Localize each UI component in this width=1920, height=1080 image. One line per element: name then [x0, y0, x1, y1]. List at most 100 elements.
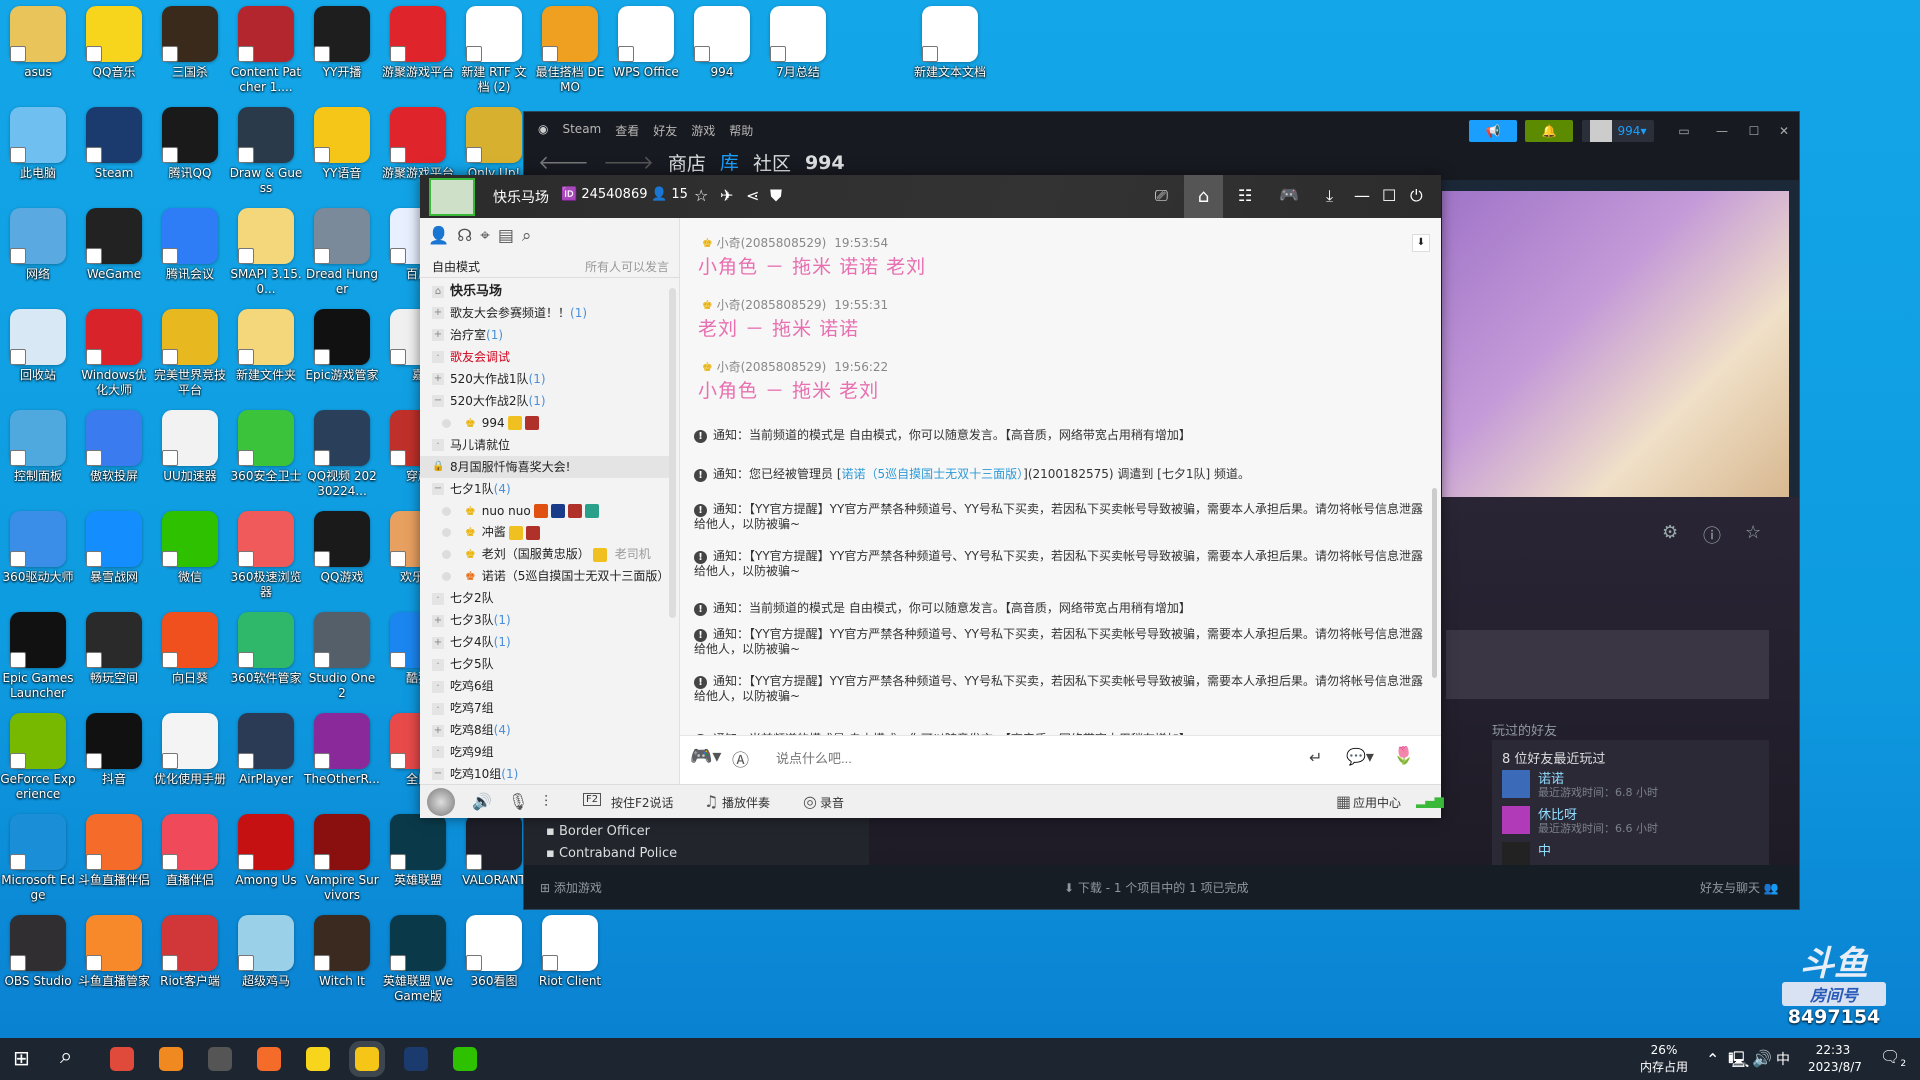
desktop-icon[interactable]: 英雄联盟: [380, 808, 456, 888]
share-icon[interactable]: ⋖: [746, 186, 759, 205]
desktop-icon[interactable]: 此电脑: [0, 101, 76, 181]
video-icon[interactable]: ⎚: [1155, 186, 1168, 206]
expand-toggle[interactable]: +: [432, 636, 444, 649]
game-item[interactable]: ▪ Border Officer: [546, 824, 650, 839]
nav-library[interactable]: 库: [719, 148, 739, 177]
desktop-icon[interactable]: Witch It: [304, 909, 380, 989]
desktop-icon[interactable]: 三国杀: [152, 0, 228, 80]
flower-icon[interactable]: 🌷: [1393, 746, 1414, 766]
ime-indicator[interactable]: 中: [1776, 1049, 1790, 1069]
expand-toggle[interactable]: +: [432, 373, 444, 386]
desktop-icon[interactable]: Riot Client: [532, 909, 608, 989]
channel-item[interactable]: · 马儿请就位: [420, 434, 670, 456]
desktop-icon[interactable]: 直播伴侣: [152, 808, 228, 888]
channel-avatar[interactable]: [429, 178, 475, 216]
chrome-taskbar-icon[interactable]: [110, 1047, 134, 1071]
channel-item[interactable]: ⌂ 快乐马场: [420, 280, 670, 302]
channel-user[interactable]: ♚ 994: [420, 412, 670, 434]
channel-item[interactable]: +520大作战1队(1): [420, 368, 670, 390]
desktop-icon[interactable]: 360驱动大师: [0, 505, 76, 585]
menu-games[interactable]: 游戏: [691, 122, 715, 139]
channel-user[interactable]: ♚ nuo nuo: [420, 500, 670, 522]
home-button[interactable]: ⌂: [1184, 175, 1223, 218]
location-icon[interactable]: ⌖: [480, 226, 490, 246]
desktop-icon[interactable]: 新建文件夹: [228, 303, 304, 383]
my-avatar[interactable]: [427, 788, 455, 816]
desktop-icon[interactable]: 网络: [0, 202, 76, 282]
expand-toggle[interactable]: −: [432, 395, 444, 408]
minimize-button[interactable]: —: [1712, 120, 1732, 142]
add-game-button[interactable]: ⊞ 添加游戏: [540, 879, 602, 896]
search-icon[interactable]: ⌕: [522, 226, 532, 246]
yy-taskbar-icon[interactable]: [349, 1041, 385, 1077]
expand-toggle[interactable]: +: [432, 329, 444, 342]
desktop-icon[interactable]: 超级鸡马: [228, 909, 304, 989]
mixer-icon[interactable]: ⫶: [544, 792, 548, 812]
desktop-icon[interactable]: 腾讯会议: [152, 202, 228, 282]
desktop-icon[interactable]: YY语音: [304, 101, 380, 181]
accompany-button[interactable]: 播放伴奏: [722, 794, 770, 811]
collapse-icon[interactable]: ⤓: [1326, 186, 1333, 206]
douyu-taskbar-icon[interactable]: [257, 1047, 281, 1071]
gamepad-icon[interactable]: 🎮: [1279, 185, 1299, 204]
desktop-icon[interactable]: Studio One 2: [304, 606, 380, 701]
chat-scrollbar[interactable]: [1432, 488, 1437, 678]
back-arrow-icon[interactable]: 🡐: [538, 151, 589, 174]
desktop-icon[interactable]: 最佳搭档 DEMO: [532, 0, 608, 95]
menu-steam[interactable]: Steam: [562, 122, 601, 139]
desktop-icon[interactable]: Dread Hunger: [304, 202, 380, 297]
user-icon[interactable]: 👤: [428, 226, 449, 246]
account-menu[interactable]: 994 ▾: [1582, 120, 1654, 142]
desktop-icon[interactable]: 英雄联盟 WeGame版: [380, 909, 456, 1004]
desktop-icon[interactable]: 畅玩空间: [76, 606, 152, 686]
notification-center-icon[interactable]: 🗨2: [1880, 1047, 1906, 1069]
draw-guess-taskbar-icon[interactable]: [208, 1047, 232, 1071]
windows-start-icon[interactable]: ⊞: [13, 1046, 30, 1070]
desktop-icon[interactable]: Epic Games Launcher: [0, 606, 76, 701]
gear-icon[interactable]: ⚙: [1662, 522, 1678, 543]
desktop-icon[interactable]: 微信: [152, 505, 228, 585]
expand-toggle[interactable]: ·: [432, 439, 444, 452]
desktop-icon[interactable]: WeGame: [76, 202, 152, 282]
font-icon[interactable]: Ⓐ: [732, 746, 749, 771]
expand-toggle[interactable]: ·: [432, 702, 444, 715]
favorite-star-icon[interactable]: ☆: [694, 186, 708, 205]
network-icon[interactable]: 🖳: [1728, 1049, 1749, 1076]
desktop-icon[interactable]: 游聚游戏平台: [380, 0, 456, 80]
channel-item[interactable]: + 歌友大会参赛频道！！(1): [420, 302, 670, 324]
desktop-icon[interactable]: 新建 RTF 文档 (2): [456, 0, 532, 95]
admin-link[interactable]: 诺诺（5巡自摸国士无双十三面版）: [842, 467, 1024, 481]
emoji-game-icon[interactable]: 🎮▾: [690, 746, 721, 767]
chat-icon[interactable]: ☊: [457, 226, 472, 246]
desktop-icon[interactable]: WPS Office: [608, 0, 684, 80]
enter-icon[interactable]: ↵: [1309, 748, 1322, 767]
expand-toggle[interactable]: −: [432, 768, 444, 781]
notifications-button[interactable]: 🔔: [1525, 120, 1573, 142]
message-sender[interactable]: 小奇(2085808529): [717, 298, 827, 312]
channel-item[interactable]: − 七夕1队(4): [420, 478, 670, 500]
expand-toggle[interactable]: ·: [432, 592, 444, 605]
speech-bubble-icon[interactable]: 💬▾: [1346, 747, 1374, 766]
power-icon[interactable]: ⏻: [1410, 186, 1423, 206]
expand-toggle[interactable]: ·: [432, 351, 444, 364]
friend-item[interactable]: 休比呀 最近游戏时间：6.6 小时: [1502, 806, 1762, 838]
minimize-button[interactable]: —: [1354, 186, 1370, 205]
nav-store[interactable]: 商店: [668, 149, 706, 176]
desktop-icon[interactable]: 腾讯QQ: [152, 101, 228, 181]
desktop-icon[interactable]: Vampire Survivors: [304, 808, 380, 903]
downloads-status[interactable]: ⬇ 下载 - 1 个项目中的 1 项已完成: [1064, 879, 1249, 896]
channel-item[interactable]: · 吃鸡6组: [420, 675, 670, 697]
board-icon[interactable]: ▤: [498, 226, 514, 246]
tree-scrollbar[interactable]: [669, 288, 676, 618]
app-center-button[interactable]: 应用中心: [1353, 794, 1401, 811]
expand-toggle[interactable]: ·: [432, 658, 444, 671]
desktop-icon[interactable]: Epic游戏管家: [304, 303, 380, 383]
desktop-icon[interactable]: TheOtherR...: [304, 707, 380, 787]
desktop-icon[interactable]: YY开播: [304, 0, 380, 80]
message-sender[interactable]: 小奇(2085808529): [717, 360, 827, 374]
game-item[interactable]: ▪ Contraband Police: [546, 846, 677, 861]
channel-item[interactable]: − 吃鸡10组(1): [420, 763, 670, 785]
expand-toggle[interactable]: +: [432, 307, 444, 320]
channel-item[interactable]: −520大作战2队(1): [420, 390, 670, 412]
desktop-icon[interactable]: 控制面板: [0, 404, 76, 484]
